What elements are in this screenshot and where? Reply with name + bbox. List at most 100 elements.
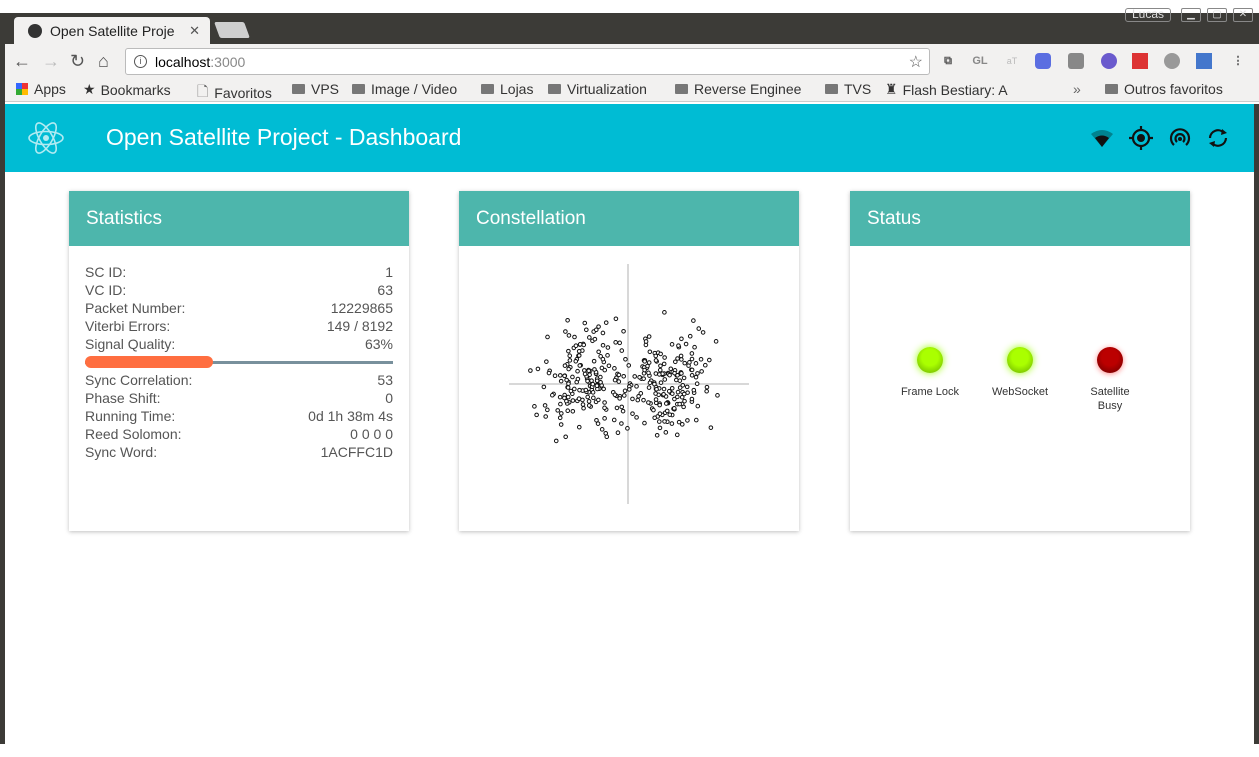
extension-globe-icon[interactable] [1164,53,1180,69]
home-icon[interactable]: ⌂ [98,51,109,72]
constellation-point [634,415,639,420]
stat-value: 0 0 0 0 [350,426,393,442]
constellation-point [617,396,622,401]
constellation-point [544,359,549,364]
menu-icon[interactable]: ⋮ [1230,53,1246,69]
bookmark-star-icon[interactable]: ☆ [909,52,923,72]
sync-icon[interactable] [1205,125,1231,151]
bookmark-virtualization[interactable]: Virtualization [548,81,647,97]
constellation-point [598,374,603,380]
extension-blue-icon[interactable] [1196,53,1212,69]
constellation-point [600,342,606,348]
constellation-point [691,387,697,393]
constellation-point [583,387,589,393]
constellation-point [672,370,677,376]
constellation-point [679,336,684,342]
constellation-point [567,353,573,359]
constellation-point [689,356,695,362]
constellation-point [679,371,684,376]
constellation-point [594,378,600,384]
constellation-point [557,394,563,400]
bookmark-flash-bestiary[interactable]: ♜ Flash Bestiary: A [885,81,1008,98]
stat-row: Sync Word: 1ACFFC1D [85,443,393,461]
bookmark-apps[interactable]: Apps [16,81,66,97]
bookmark-other[interactable]: Outros favoritos [1105,81,1223,97]
constellation-point [693,361,699,366]
constellation-point [558,378,564,384]
camera-icon[interactable] [1068,53,1084,69]
bookmark-label: Outros favoritos [1124,81,1223,97]
constellation-point [627,387,632,392]
constellation-point [535,366,541,372]
constellation-point [562,373,567,379]
constellation-point [621,328,626,334]
bookmark-image-video[interactable]: Image / Video [352,81,457,97]
minimize-button[interactable]: ▁ [1181,8,1201,22]
profile-button[interactable]: Lucas [1125,8,1171,22]
cast-icon[interactable]: ⧉ [940,53,956,69]
more-bookmarks-button[interactable]: » [1073,81,1081,97]
bookmark-bookmarks[interactable]: ★ Bookmarks [83,81,171,98]
gps-icon[interactable] [1128,125,1154,151]
constellation-point [689,351,695,356]
constellation-point [669,342,675,347]
extension-gl[interactable]: GL [972,53,988,69]
stat-label: Phase Shift: [85,390,161,406]
constellation-point [565,394,571,400]
frame-lock-label: Frame Lock [900,386,960,398]
constellation-point [683,341,689,347]
stat-row: Viterbi Errors: 149 / 8192 [85,317,393,335]
maximize-button[interactable]: ▢ [1207,8,1227,22]
constellation-point [654,432,660,438]
wifi-icon[interactable] [1089,125,1115,151]
constellation-point [634,384,639,389]
constellation-point [592,367,597,372]
constellation-point [635,397,641,403]
websocket-label: WebSocket [991,386,1049,398]
bookmark-reverse-engineering[interactable]: Reverse Enginee [675,81,801,97]
constellation-point [652,415,657,421]
constellation-point [679,357,684,362]
bookmark-lojas[interactable]: Lojas [481,81,533,97]
folder-icon [352,84,365,94]
constellation-point [642,420,647,426]
constellation-point [612,377,618,383]
window-bottom [0,744,1259,757]
constellation-point [611,417,617,423]
stat-value: 1 [385,264,393,280]
page-icon: 🗋 [197,83,209,99]
stat-row: SC ID: 1 [85,263,393,281]
constellation-point [663,401,669,406]
constellation-point [619,421,624,426]
extension-r-icon[interactable] [1035,53,1051,69]
constellation-point [651,407,656,413]
address-bar[interactable]: i localhost:3000 ☆ [125,48,930,75]
close-tab-icon[interactable]: ✕ [189,23,200,39]
new-tab-button[interactable] [214,22,250,38]
constellation-point [601,386,606,392]
forward-icon[interactable]: → [42,51,60,72]
constellation-point [528,368,533,373]
reload-icon[interactable]: ↻ [70,51,85,72]
broadcast-icon[interactable] [1167,125,1193,151]
bestiary-icon: ♜ [885,81,898,97]
stat-row: Reed Solomon: 0 0 0 0 [85,425,393,443]
browser-tab[interactable]: Open Satellite Proje ✕ [14,17,210,44]
constellation-point [572,334,577,340]
info-icon[interactable]: i [134,55,147,68]
constellation-point [681,404,686,410]
constellation-point [563,329,568,334]
extension-red-icon[interactable] [1132,53,1148,69]
extension-at[interactable]: aT [1004,53,1020,69]
constellation-point [585,378,590,384]
bookmark-tvs[interactable]: TVS [825,81,871,97]
close-window-button[interactable]: ✕ [1233,8,1253,22]
bookmark-label: Favoritos [214,85,272,101]
card-title: Constellation [459,191,799,246]
bookmark-favoritos[interactable]: 🗋 Favoritos [197,81,272,105]
back-icon[interactable]: ← [13,51,31,72]
constellation-card: Constellation [459,191,799,531]
bookmark-vps[interactable]: VPS [292,81,339,97]
extension-ws-icon[interactable] [1101,53,1117,69]
stat-row: Signal Quality: 63% [85,335,393,353]
